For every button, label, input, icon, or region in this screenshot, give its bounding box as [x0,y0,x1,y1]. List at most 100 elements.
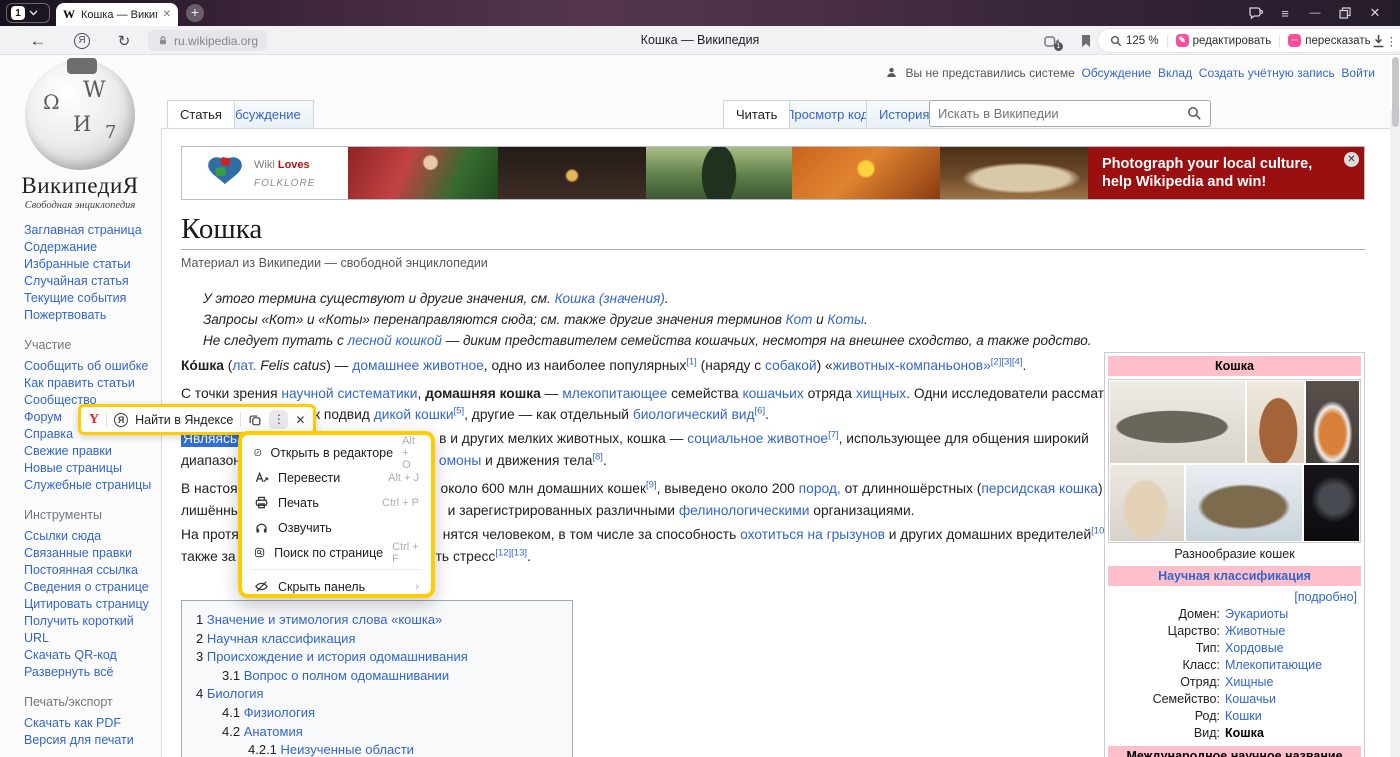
wiki-link[interactable]: омоны [439,453,481,468]
sidebar-item[interactable]: Цитировать страницу [24,596,156,613]
sidebar-item[interactable]: Постоянная ссылка [24,562,156,579]
scrollbar-thumb[interactable] [1392,57,1399,127]
sidebar-item[interactable]: Заглавная страница [24,222,156,239]
toc-link[interactable]: Происхождение и история одомашнивания [207,649,468,664]
sidebar-item[interactable]: Пожертвовать [24,307,156,324]
sidebar-item[interactable]: Избранные статьи [24,256,156,273]
personal-link-contribs[interactable]: Вклад [1158,66,1192,80]
taxon-link[interactable]: Кошки [1220,708,1262,725]
retell-button[interactable]: ·· пересказать [1280,34,1378,47]
copy-icon[interactable] [248,413,262,427]
toc-link[interactable]: Научная классификация [207,631,356,646]
cat-photo-gray-dark[interactable] [1304,465,1359,541]
sidebar-item[interactable]: Ссылки сюда [24,528,156,545]
sidebar-item[interactable]: Как править статьи [24,375,156,392]
personal-link-talk[interactable]: Обсуждение [1081,66,1151,80]
sidebar-item[interactable]: Сведения о странице [24,579,156,596]
reference-link[interactable]: [7] [828,429,839,440]
toc-link[interactable]: Неизученные области [281,742,414,757]
taxobox-detail-link[interactable]: [подробно] [1108,586,1361,606]
wiki-link[interactable]: млекопитающее [562,386,667,401]
zoom-control[interactable]: 125 % [1102,35,1167,47]
wiki-link[interactable]: собакой [765,358,817,373]
tab-article[interactable]: Статья [167,100,235,128]
tab-close-icon[interactable]: ✕ [163,9,171,20]
cat-photo-orange-white[interactable] [1306,381,1359,463]
sidebar-item[interactable]: Случайная статья [24,273,156,290]
minimize-icon[interactable]: — [1300,7,1330,19]
toc-link[interactable]: Значение и этимология слова «кошка» [207,612,442,627]
restore-window-icon[interactable] [1330,7,1360,19]
sidebar-panels-icon[interactable] [1240,6,1270,20]
menu-item-read-aloud[interactable]: Озвучить [242,515,431,540]
back-icon[interactable]: ← [28,31,48,51]
taxon-link[interactable]: Животные [1220,623,1285,640]
reference-link[interactable]: [5] [454,405,465,416]
reference-link[interactable]: [12][13] [495,547,527,558]
browser-tab[interactable]: W Кошка — Википедия ✕ [56,3,178,26]
cat-photo-abyssinian[interactable] [1247,381,1304,463]
toc-link[interactable]: Биология [207,686,264,701]
taxon-link[interactable]: Эукариоты [1220,606,1288,623]
browser-menu-icon[interactable]: ≡ [1270,6,1300,21]
taxon-link[interactable]: Млекопитающие [1220,657,1322,674]
tab-read[interactable]: Читать [723,100,790,128]
sidebar-item[interactable]: Получить короткий URL [24,613,156,647]
wiki-link[interactable]: Кот [786,312,813,327]
wiki-link[interactable]: домашнее животное [352,358,484,373]
banner-close-icon[interactable]: ✕ [1344,152,1359,167]
toc-link[interactable]: Физиология [244,705,315,720]
taxon-link[interactable]: Хищные [1220,674,1273,691]
sidebar-item[interactable]: Содержание [24,239,156,256]
wiki-link[interactable]: лат. [232,358,256,373]
reference-link[interactable]: [1] [686,356,697,367]
wiki-link[interactable]: кошачьих [742,386,803,401]
reference-link[interactable]: [8] [592,451,603,462]
wiki-link[interactable]: биологический вид [633,407,755,422]
toc-link[interactable]: Анатомия [244,724,303,739]
cat-photo-siamese[interactable] [1110,465,1184,541]
reload-icon[interactable]: ↻ [114,31,134,51]
edit-page-button[interactable]: ✎ редактировать [1168,34,1280,47]
reference-link[interactable]: [2][3][4] [991,356,1023,367]
close-window-icon[interactable]: ✕ [1360,5,1390,21]
camera-permission-icon[interactable]: 1 [1042,31,1062,51]
wiki-link[interactable]: научной систематики [281,386,417,401]
personal-link-login[interactable]: Войти [1341,66,1375,80]
menu-item-print[interactable]: ПечатьCtrl + P [242,490,431,515]
wiki-link[interactable]: лесной кошкой [348,333,442,348]
sidebar-item[interactable]: Служебные страницы [24,477,156,494]
wikipedia-logo[interactable]: Ω W И 7 [25,60,135,170]
wiki-link[interactable]: Коты [827,312,864,327]
wiki-link[interactable]: охотиться на грызунов [740,527,885,542]
sidebar-item[interactable]: Связанные правки [24,545,156,562]
wiki-link[interactable]: пород, [799,481,841,496]
menu-item-open-in-editor[interactable]: Открыть в редактореAlt + O [242,440,431,465]
toc-link[interactable]: Вопрос о полном одомашнивании [244,668,449,683]
wiki-link[interactable]: животных-компаньонов» [833,358,991,373]
downloads-icon[interactable] [1368,31,1388,51]
wiki-link[interactable]: Кошка (значения) [555,291,665,306]
bookmark-icon[interactable] [1076,31,1096,51]
sidebar-item[interactable]: Версия для печати [24,732,156,749]
reference-link[interactable]: [9] [646,479,657,490]
wiki-search-input[interactable] [930,106,1187,121]
sidebar-item[interactable]: Свежие правки [24,443,156,460]
taxon-link[interactable]: Кошачьи [1220,691,1276,708]
scrollbar-track[interactable] [1390,110,1400,757]
menu-item-hide-panel[interactable]: Скрыть панель› [242,574,431,599]
yandex-home-icon[interactable]: Я [72,31,92,51]
new-tab-button[interactable]: + [186,4,204,22]
tab-count-button[interactable]: 1 [6,3,50,23]
cat-photo-tabby-lying[interactable] [1110,381,1245,463]
cat-photo-tabby-snow[interactable] [1186,465,1302,541]
popup-close-icon[interactable]: ✕ [295,413,305,427]
reference-link[interactable]: [6] [755,405,766,416]
address-bar[interactable]: ru.wikipedia.org [148,30,267,51]
wiki-link[interactable]: социальное животное [687,431,828,446]
personal-link-createaccount[interactable]: Создать учётную запись [1199,66,1335,80]
find-in-yandex-button[interactable]: Найти в Яндексе [135,413,233,427]
wiki-loves-folklore-banner[interactable]: Wiki Loves FOLKLORE Photograph your loca… [181,146,1365,200]
sidebar-item[interactable]: Новые страницы [24,460,156,477]
sidebar-item[interactable]: Текущие события [24,290,156,307]
